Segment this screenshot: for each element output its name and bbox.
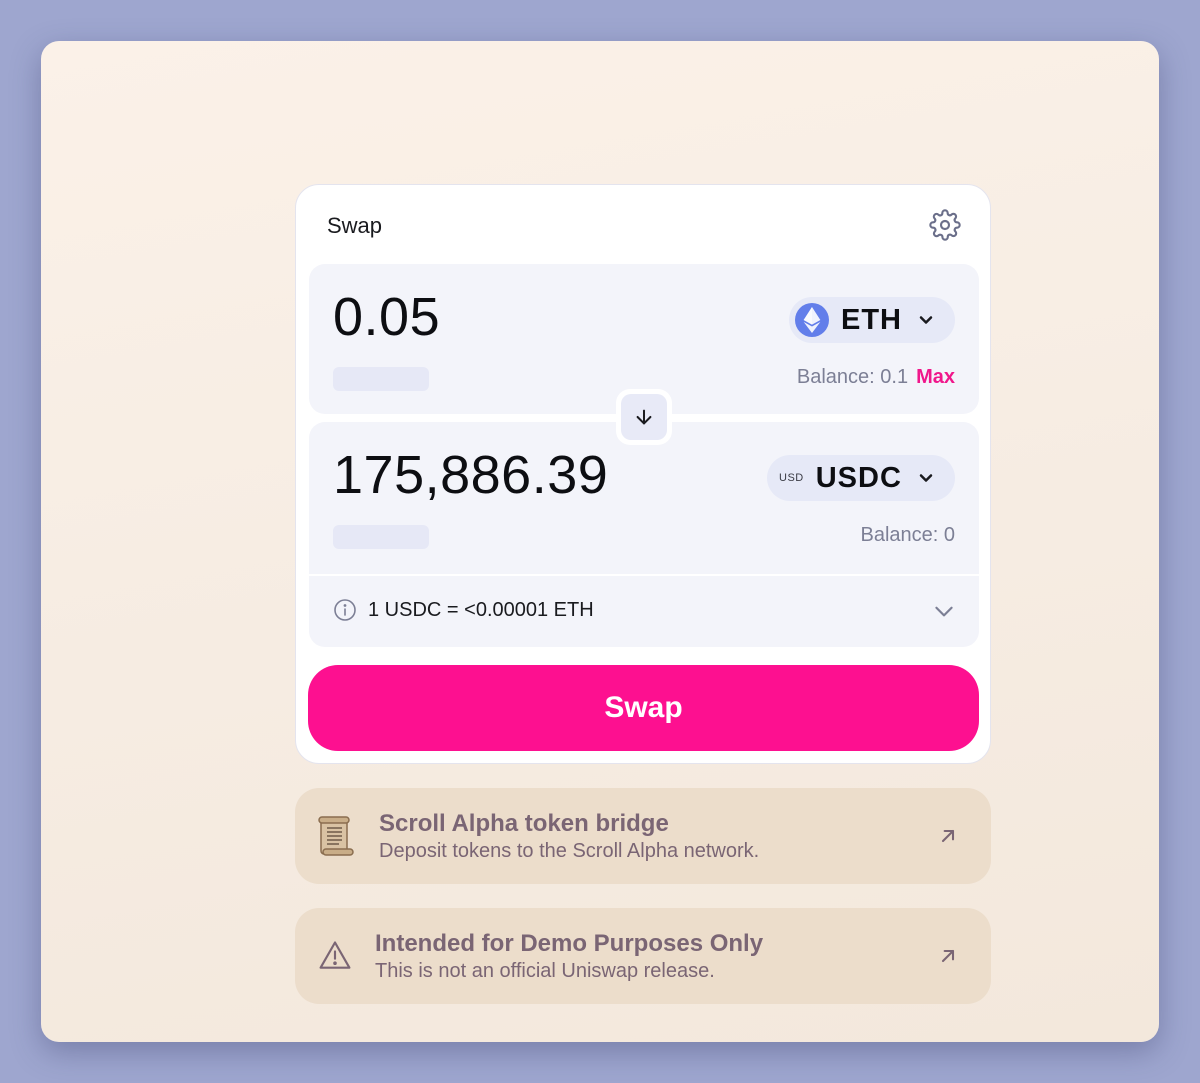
eth-icon <box>795 303 829 337</box>
banner-title: Intended for Demo Purposes Only <box>375 930 764 957</box>
input-balance: Balance: 0.1 Max <box>797 366 955 389</box>
output-token-selector[interactable]: USD USDC <box>767 455 955 501</box>
demo-warning-banner[interactable]: Intended for Demo Purposes Only This is … <box>295 908 991 1004</box>
banner-subtitle: Deposit tokens to the Scroll Alpha netwo… <box>379 840 760 862</box>
exchange-rate: 1 USDC = <0.00001 ETH <box>368 599 594 621</box>
output-usd-value-placeholder <box>333 525 429 549</box>
switch-direction-button[interactable] <box>616 389 672 445</box>
output-token-symbol: USDC <box>815 461 902 494</box>
swap-button[interactable]: Swap <box>308 665 979 751</box>
input-balance-label: Balance: 0.1 <box>796 366 909 388</box>
warning-icon <box>319 941 351 969</box>
swap-card: Swap 0.05 ETH Balance: 0.1 Max 175,886.3… <box>295 184 991 764</box>
arrow-down-icon <box>636 409 652 425</box>
input-usd-value-placeholder <box>333 367 429 391</box>
chevron-down-icon <box>919 474 933 482</box>
banner-subtitle: This is not an official Uniswap release. <box>375 960 715 982</box>
app-window: Swap 0.05 ETH Balance: 0.1 Max 175,886.3… <box>41 41 1159 1042</box>
input-amount[interactable]: 0.05 <box>333 286 440 348</box>
input-token-selector[interactable]: ETH <box>789 297 955 343</box>
switch-inner <box>621 394 667 440</box>
rate-row[interactable]: 1 USDC = <0.00001 ETH <box>309 574 979 647</box>
swap-title: Swap <box>327 213 383 238</box>
arrow-up-right-icon <box>941 829 955 843</box>
gear-icon[interactable] <box>929 209 961 241</box>
arrow-up-right-icon <box>941 949 955 963</box>
scroll-icon <box>318 816 354 856</box>
output-balance: Balance: 0 <box>860 524 955 546</box>
max-button[interactable]: Max <box>916 366 955 388</box>
banner-title: Scroll Alpha token bridge <box>379 810 669 837</box>
input-token-symbol: ETH <box>841 303 902 336</box>
output-amount[interactable]: 175,886.39 <box>333 444 608 506</box>
chevron-down-icon <box>919 316 933 324</box>
info-icon <box>334 599 356 621</box>
chevron-down-icon <box>935 606 953 617</box>
output-panel: 175,886.39 USD USDC Balance: 0 1 USDC = … <box>309 422 979 647</box>
usdc-icon: USD <box>779 472 804 484</box>
scroll-bridge-banner[interactable]: Scroll Alpha token bridge Deposit tokens… <box>295 788 991 884</box>
